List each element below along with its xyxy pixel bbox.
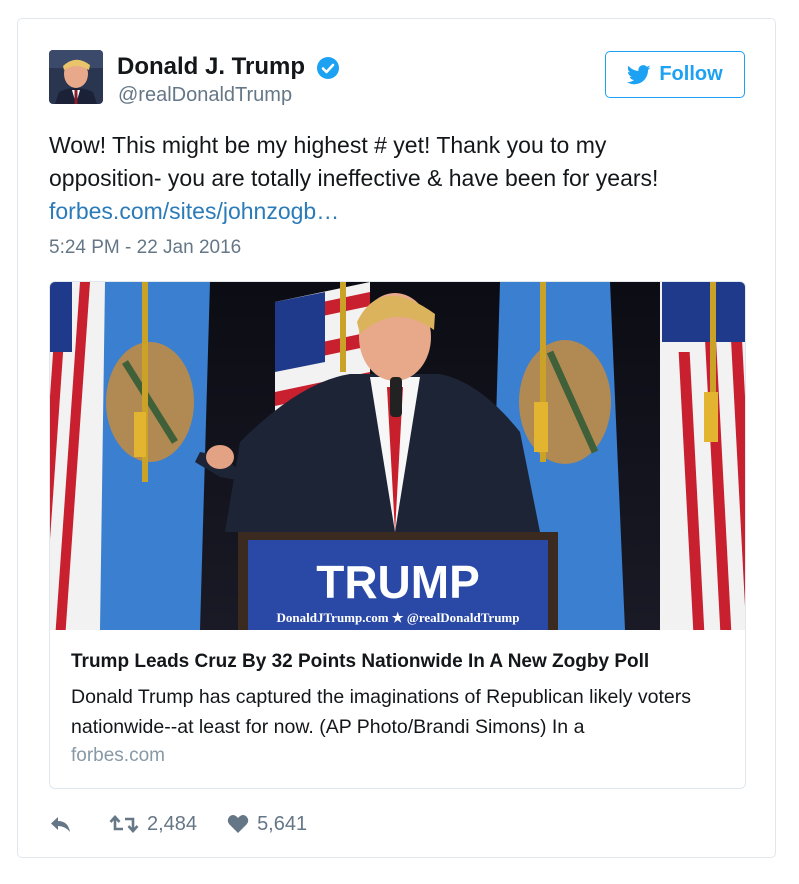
us-flag-left — [50, 282, 105, 630]
avatar[interactable] — [49, 50, 103, 104]
podium-subtext: DonaldJTrump.com ★ @realDonaldTrump — [277, 610, 520, 625]
oklahoma-flag-left — [100, 282, 210, 630]
retweet-button[interactable]: 2,484 — [109, 813, 197, 836]
heart-icon — [227, 815, 249, 833]
twitter-bird-icon — [627, 64, 651, 84]
tweet-timestamp[interactable]: 5:24 PM - 22 Jan 2016 — [49, 237, 241, 259]
tweet-actions: 2,484 5,641 — [49, 809, 307, 839]
like-count: 5,641 — [257, 812, 308, 835]
podium: TRUMP DonaldJTrump.com ★ @realDonaldTrum… — [238, 532, 558, 630]
follow-button[interactable]: Follow — [605, 51, 745, 98]
link-preview-card[interactable]: TRUMP DonaldJTrump.com ★ @realDonaldTrum… — [49, 281, 746, 789]
reply-icon — [51, 817, 70, 832]
podium-sign-text: TRUMP — [316, 556, 480, 608]
reply-button[interactable] — [49, 814, 73, 834]
verified-badge-icon — [316, 56, 340, 80]
tweet-card: Donald J. Trump @realDonaldTrump Follow … — [17, 18, 776, 858]
retweet-count: 2,484 — [147, 812, 198, 835]
tweet-link[interactable]: forbes.com/sites/johnzogb… — [49, 195, 739, 228]
retweet-icon — [109, 815, 139, 833]
like-button[interactable]: 5,641 — [227, 813, 307, 836]
card-image[interactable]: TRUMP DonaldJTrump.com ★ @realDonaldTrum… — [50, 282, 745, 630]
tweet-text: Wow! This might be my highest # yet! Tha… — [49, 129, 739, 228]
tweet-text-line1: Wow! This might be my highest # yet! Tha… — [49, 132, 607, 158]
follow-label: Follow — [659, 63, 723, 85]
author-handle[interactable]: @realDonaldTrump — [118, 83, 292, 107]
card-description: Donald Trump has captured the imaginatio… — [71, 686, 692, 738]
card-title[interactable]: Trump Leads Cruz By 32 Points Nationwide… — [71, 651, 649, 673]
card-domain: forbes.com — [71, 745, 165, 766]
tweet-text-line2: opposition- you are totally ineffective … — [49, 165, 659, 191]
us-flag-right — [660, 282, 745, 630]
author-name[interactable]: Donald J. Trump — [117, 53, 305, 81]
